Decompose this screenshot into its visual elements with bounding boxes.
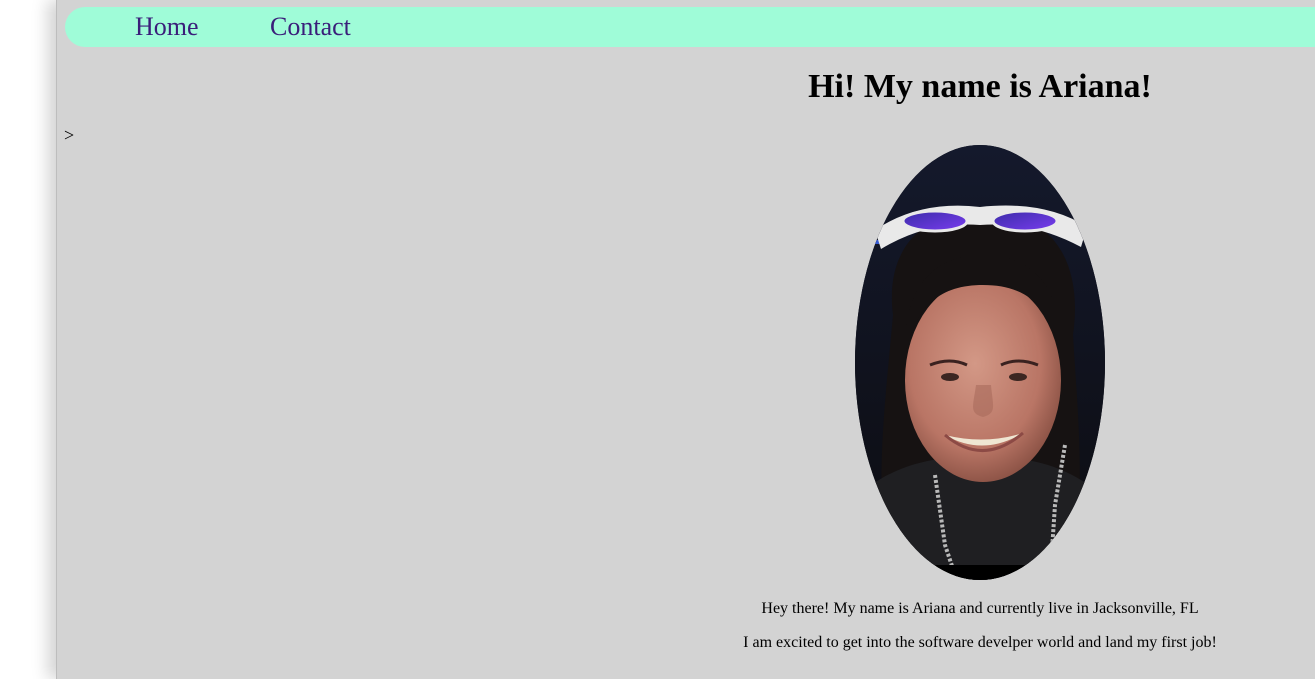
page: Home Contact > Hi! My name is Ariana! He… <box>56 0 1315 679</box>
page-heading: Hi! My name is Ariana! <box>808 68 1152 105</box>
nav-link-contact[interactable]: Contact <box>270 11 351 43</box>
nav-link-home[interactable]: Home <box>135 11 199 43</box>
profile-photo <box>855 145 1105 580</box>
navbar: Home Contact <box>65 7 1315 47</box>
intro-line-goal: I am excited to get into the software de… <box>743 634 1217 651</box>
stray-text: > <box>64 125 75 145</box>
intro-line-location: Hey there! My name is Ariana and current… <box>761 600 1199 617</box>
main-content: Hi! My name is Ariana! Hey there! My nam… <box>697 60 1263 651</box>
